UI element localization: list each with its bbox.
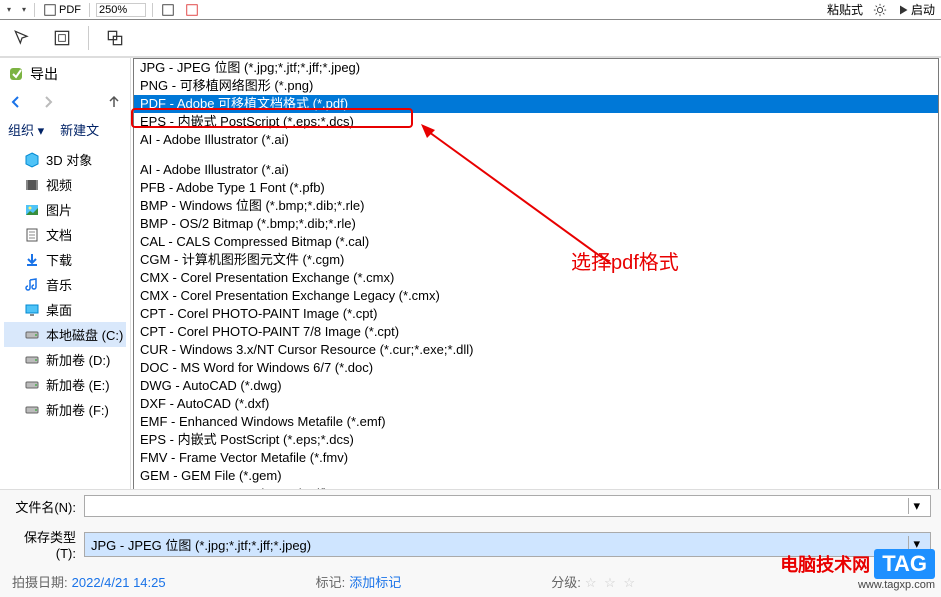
annotation-text: 选择pdf格式 bbox=[571, 246, 679, 275]
filetype-option[interactable]: PFB - Adobe Type 1 Font (*.pfb) bbox=[134, 179, 938, 197]
filetype-option[interactable]: CGM - 计算机图形图元文件 (*.cgm) bbox=[134, 251, 938, 269]
frame-tool-icon[interactable] bbox=[48, 24, 76, 52]
toggle-a[interactable] bbox=[159, 3, 177, 17]
toolbar-top: ▾ ▾ PDF 粘贴式 启动 bbox=[0, 0, 941, 20]
tree-item[interactable]: 新加卷 (E:) bbox=[4, 372, 126, 397]
watermark: 电脑技术网 TAG www.tagxp.com bbox=[780, 549, 935, 591]
toggle-b[interactable] bbox=[183, 3, 201, 17]
filetype-option[interactable]: AI - Adobe Illustrator (*.ai) bbox=[134, 161, 938, 179]
filetype-option[interactable]: DWG - AutoCAD (*.dwg) bbox=[134, 377, 938, 395]
rating-stars[interactable]: ☆ ☆ ☆ bbox=[585, 575, 637, 590]
filetype-option[interactable]: CMX - Corel Presentation Exchange (*.cmx… bbox=[134, 269, 938, 287]
filetype-dropdown-list[interactable]: JPG - JPEG 位图 (*.jpg;*.jtf;*.jff;*.jpeg)… bbox=[133, 58, 939, 545]
redo-btn[interactable]: ▾ bbox=[19, 5, 28, 14]
filename-input[interactable]: ▾ bbox=[84, 495, 931, 517]
filetype-label: 保存类型(T): bbox=[10, 527, 76, 561]
date-label: 拍摄日期: bbox=[12, 575, 68, 590]
main-area: 导出 组织 ▾ 新建文 3D 对象视频图片文档下载音乐桌面本地磁盘 (C:)新加… bbox=[0, 58, 941, 557]
back-icon[interactable] bbox=[8, 94, 24, 110]
newfolder-btn[interactable]: 新建文 bbox=[60, 120, 99, 139]
content-area: JPG - JPEG 位图 (*.jpg;*.jtf;*.jff;*.jpeg)… bbox=[131, 58, 941, 557]
date-value[interactable]: 2022/4/21 14:25 bbox=[72, 575, 166, 590]
tree-item[interactable]: 视频 bbox=[4, 172, 126, 197]
filetype-option[interactable]: EPS - 内嵌式 PostScript (*.eps;*.dcs) bbox=[134, 431, 938, 449]
tree-item[interactable]: 本地磁盘 (C:) bbox=[4, 322, 126, 347]
tree-item[interactable]: 下载 bbox=[4, 247, 126, 272]
filetype-option[interactable]: GEM - GEM File (*.gem) bbox=[134, 467, 938, 485]
organize-btn[interactable]: 组织 ▾ bbox=[8, 120, 44, 139]
left-panel: 导出 组织 ▾ 新建文 3D 对象视频图片文档下载音乐桌面本地磁盘 (C:)新加… bbox=[0, 58, 131, 557]
forward-icon[interactable] bbox=[40, 94, 56, 110]
filetype-option[interactable]: EPS - 内嵌式 PostScript (*.eps;*.dcs) bbox=[134, 113, 938, 131]
filetype-option[interactable]: AI - Adobe Illustrator (*.ai) bbox=[134, 131, 938, 149]
copy-tool-icon[interactable] bbox=[101, 24, 129, 52]
select-tool-icon[interactable] bbox=[8, 24, 36, 52]
toolbar-tools bbox=[0, 20, 941, 58]
filetype-option[interactable]: CAL - CALS Compressed Bitmap (*.cal) bbox=[134, 233, 938, 251]
filetype-option[interactable]: JPG - JPEG 位图 (*.jpg;*.jtf;*.jff;*.jpeg) bbox=[134, 59, 938, 77]
filetype-option[interactable]: PDF - Adobe 可移植文档格式 (*.pdf) bbox=[134, 95, 938, 113]
tree-item[interactable]: 新加卷 (D:) bbox=[4, 347, 126, 372]
tag-value[interactable]: 添加标记 bbox=[349, 575, 401, 590]
paste-menu[interactable]: 粘贴式 bbox=[825, 1, 865, 18]
filename-label: 文件名(N): bbox=[10, 497, 76, 516]
tag-label: 标记: bbox=[316, 575, 346, 590]
filetype-option[interactable]: EMF - Enhanced Windows Metafile (*.emf) bbox=[134, 413, 938, 431]
zoom-input[interactable] bbox=[96, 3, 146, 17]
export-title: 导出 bbox=[0, 58, 130, 90]
chevron-down-icon[interactable]: ▾ bbox=[908, 498, 924, 514]
filetype-option[interactable]: CPT - Corel PHOTO-PAINT Image (*.cpt) bbox=[134, 305, 938, 323]
rating-label: 分级: bbox=[551, 575, 581, 590]
filetype-option[interactable]: DXF - AutoCAD (*.dxf) bbox=[134, 395, 938, 413]
filetype-option[interactable]: DOC - MS Word for Windows 6/7 (*.doc) bbox=[134, 359, 938, 377]
tree-item[interactable]: 新加卷 (F:) bbox=[4, 397, 126, 422]
tree-item[interactable]: 桌面 bbox=[4, 297, 126, 322]
filetype-option[interactable]: PNG - 可移植网络图形 (*.png) bbox=[134, 77, 938, 95]
filetype-option[interactable]: BMP - OS/2 Bitmap (*.bmp;*.dib;*.rle) bbox=[134, 215, 938, 233]
up-icon[interactable] bbox=[106, 94, 122, 110]
nav-buttons bbox=[0, 90, 130, 114]
tree-item[interactable]: 3D 对象 bbox=[4, 147, 126, 172]
settings-icon[interactable] bbox=[871, 3, 889, 17]
launch-btn[interactable]: 启动 bbox=[895, 1, 937, 18]
tree-item[interactable]: 音乐 bbox=[4, 272, 126, 297]
pdf-export-btn[interactable]: PDF bbox=[41, 3, 83, 17]
tree-item[interactable]: 图片 bbox=[4, 197, 126, 222]
filetype-option[interactable]: FMV - Frame Vector Metafile (*.fmv) bbox=[134, 449, 938, 467]
undo-btn[interactable]: ▾ bbox=[4, 5, 13, 14]
filetype-option[interactable]: CUR - Windows 3.x/NT Cursor Resource (*.… bbox=[134, 341, 938, 359]
tree-item[interactable]: 文档 bbox=[4, 222, 126, 247]
filetype-option[interactable]: BMP - Windows 位图 (*.bmp;*.dib;*.rle) bbox=[134, 197, 938, 215]
filetype-option[interactable]: CMX - Corel Presentation Exchange Legacy… bbox=[134, 287, 938, 305]
left-actions: 组织 ▾ 新建文 bbox=[0, 114, 130, 145]
filetype-option[interactable]: CPT - Corel PHOTO-PAINT 7/8 Image (*.cpt… bbox=[134, 323, 938, 341]
